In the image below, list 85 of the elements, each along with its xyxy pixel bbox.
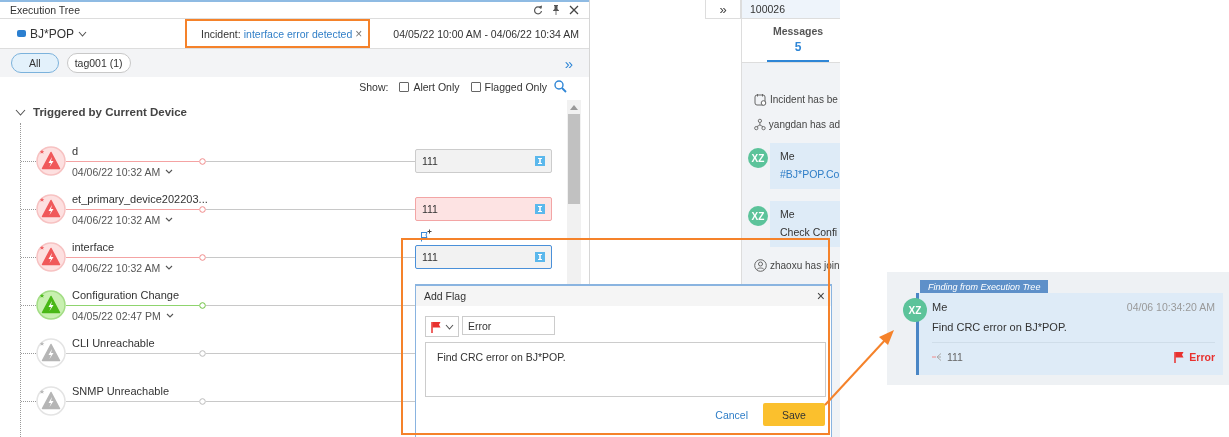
section-title: Triggered by Current Device (33, 106, 188, 118)
event-time: 04/06/22 10:32 AM (72, 261, 161, 274)
node-label[interactable]: 111 (947, 351, 963, 363)
node-link-icon (932, 352, 944, 362)
show-label: Show: (359, 80, 389, 93)
expand-button[interactable]: » (564, 54, 573, 72)
lightning-alert-icon (36, 338, 66, 368)
message-time: 04/06 10:34:20 AM (1126, 301, 1215, 313)
flag-icon (430, 320, 441, 333)
chevron-down-icon[interactable] (165, 169, 174, 174)
checkbox-label: Flagged Only (484, 80, 547, 93)
event-name[interactable]: interface (72, 239, 415, 254)
node-box[interactable]: 111 (415, 245, 552, 269)
panel-title: Execution Tree (10, 4, 81, 17)
node-box[interactable]: 111 (415, 197, 552, 221)
search-icon[interactable] (554, 80, 567, 94)
checkbox[interactable] (399, 81, 410, 92)
close-icon[interactable] (569, 5, 579, 16)
message-text: Check Confi (780, 226, 839, 238)
avatar: XZ (748, 148, 768, 168)
save-button[interactable]: Save (763, 403, 825, 426)
note-field[interactable]: Find CRC error on BJ*POP. (425, 342, 826, 397)
lightning-alert-icon (36, 146, 66, 176)
node-label: 111 (422, 203, 438, 215)
connector-dot-icon (199, 301, 206, 309)
clear-incident-button[interactable]: × (355, 26, 363, 41)
event-text: yangdan has ad (768, 119, 840, 130)
add-flag-icon[interactable] (420, 229, 432, 242)
caret-icon[interactable] (78, 30, 87, 37)
user-icon (754, 259, 767, 272)
device-selector[interactable]: BJ*POP (30, 26, 74, 41)
close-button[interactable]: × (816, 288, 825, 304)
incident-link[interactable]: interface error detected (243, 27, 353, 40)
event-time: 04/06/22 10:32 AM (72, 165, 161, 178)
checkbox[interactable] (470, 81, 481, 92)
node-label: 111 (422, 155, 438, 167)
refresh-icon[interactable] (533, 5, 543, 16)
lightning-alert-icon (36, 194, 66, 224)
event-time: 04/05/22 02:47 PM (72, 309, 161, 322)
avatar: XZ (903, 298, 927, 322)
event-text: Incident has be (770, 94, 838, 105)
node-box[interactable]: 111 (415, 149, 552, 173)
chevron-down-icon[interactable] (165, 265, 174, 270)
flag-label: Error (1189, 351, 1215, 363)
lightning-alert-icon (36, 242, 66, 272)
event-name[interactable]: SNMP Unreachable (72, 383, 415, 398)
message-text: Find CRC error on BJ*POP. (932, 321, 1215, 343)
caret-icon (444, 323, 454, 330)
message-author: Me (780, 208, 796, 220)
event-name[interactable]: et_primary_device202203... (72, 191, 415, 206)
lightning-alert-icon (36, 386, 66, 416)
message-link[interactable]: #BJ*POP.Co (780, 168, 840, 180)
finding-tag: Finding from Execution Tree (920, 280, 1049, 293)
flag-name-field[interactable]: Error (462, 316, 555, 335)
event-time: 04/06/22 10:32 AM (72, 213, 161, 226)
chevron-down-icon[interactable] (165, 217, 174, 222)
flag-icon (1174, 351, 1185, 363)
scroll-thumb[interactable] (568, 114, 580, 204)
incident-icon (754, 93, 767, 106)
event-name[interactable]: CLI Unreachable (72, 335, 415, 350)
connector-dot-icon (199, 157, 206, 165)
avatar: XZ (748, 206, 768, 226)
checkbox-label: Alert Only (413, 80, 460, 93)
event-name[interactable]: d (72, 143, 415, 158)
cancel-button[interactable]: Cancel (715, 408, 748, 421)
event-name[interactable]: Configuration Change (72, 287, 415, 302)
connector-dot-icon (199, 253, 206, 261)
collapse-caret-icon[interactable] (15, 108, 26, 116)
flag-type-dropdown[interactable] (425, 316, 459, 337)
device-icon (17, 30, 26, 38)
connector-dot-icon (199, 205, 206, 213)
incident-id: 100026 (750, 3, 786, 15)
message-author: Me (932, 301, 948, 313)
lightning-alert-icon (36, 290, 66, 320)
connector-dot-icon (199, 397, 206, 405)
time-range: 04/05/22 10:00 AM - 04/06/22 10:34 AM (393, 27, 579, 40)
connector-dot-icon (199, 349, 206, 357)
incident-label: Incident: (201, 27, 241, 40)
dialog-title: Add Flag (424, 290, 467, 302)
message-author: Me (780, 150, 796, 162)
chevron-down-icon[interactable] (165, 313, 174, 318)
tag-filter[interactable]: tag001 (1) (66, 53, 131, 74)
node-label: 111 (422, 251, 438, 263)
tag-filter[interactable]: All (11, 53, 59, 74)
network-icon (754, 118, 766, 131)
